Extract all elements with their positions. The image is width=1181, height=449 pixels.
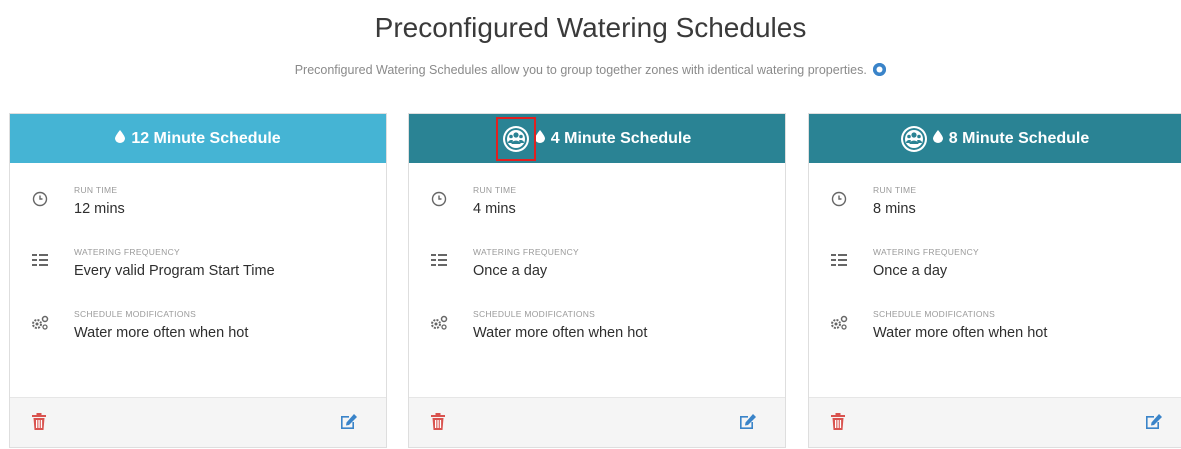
schedule-card-8-minute: 8 Minute Schedule RUN TIME 8 mins WATERI… (808, 113, 1181, 448)
modifications-label: SCHEDULE MODIFICATIONS (873, 309, 996, 319)
list-icon (427, 247, 451, 267)
card-header[interactable]: 12 Minute Schedule (10, 114, 386, 163)
edit-icon[interactable] (739, 413, 757, 435)
frequency-label: WATERING FREQUENCY (74, 247, 180, 257)
frequency-value: Every valid Program Start Time (74, 263, 275, 279)
list-icon (827, 247, 851, 267)
frequency-value: Once a day (473, 263, 548, 279)
run-time-row: RUN TIME 4 mins (427, 185, 767, 229)
gears-icon (827, 309, 851, 331)
schedule-card-12-minute: 12 Minute Schedule RUN TIME 12 mins WATE… (9, 113, 387, 448)
run-time-label: RUN TIME (873, 185, 917, 195)
modifications-label: SCHEDULE MODIFICATIONS (74, 309, 197, 319)
modifications-row: SCHEDULE MODIFICATIONS Water more often … (827, 309, 1163, 353)
modifications-value: Water more often when hot (74, 325, 249, 341)
card-title: 12 Minute Schedule (131, 129, 281, 147)
frequency-row: WATERING FREQUENCY Once a day (427, 247, 767, 291)
frequency-value: Once a day (873, 263, 948, 279)
trash-icon[interactable] (831, 413, 845, 435)
trash-icon[interactable] (431, 413, 445, 435)
page-title: Preconfigured Watering Schedules (374, 12, 807, 43)
run-time-value: 8 mins (873, 201, 916, 217)
clock-icon (28, 185, 52, 207)
group-users-icon[interactable] (900, 125, 927, 152)
water-drop-icon (932, 129, 943, 148)
list-icon (28, 247, 52, 267)
page-subtitle: Preconfigured Watering Schedules allow y… (0, 63, 1181, 77)
modifications-row: SCHEDULE MODIFICATIONS Water more often … (28, 309, 368, 353)
schedule-card-4-minute: 4 Minute Schedule RUN TIME 4 mins WATERI… (408, 113, 786, 448)
water-drop-icon (115, 129, 126, 148)
modifications-label: SCHEDULE MODIFICATIONS (473, 309, 596, 319)
clock-icon (427, 185, 451, 207)
frequency-label: WATERING FREQUENCY (473, 247, 579, 257)
subtitle-text: Preconfigured Watering Schedules allow y… (294, 63, 867, 77)
card-footer (809, 397, 1181, 447)
frequency-row: WATERING FREQUENCY Once a day (827, 247, 1163, 291)
trash-icon[interactable] (32, 413, 46, 435)
edit-icon[interactable] (1145, 413, 1163, 435)
modifications-value: Water more often when hot (473, 325, 648, 341)
run-time-row: RUN TIME 8 mins (827, 185, 1163, 229)
card-header[interactable]: 8 Minute Schedule (809, 114, 1181, 163)
frequency-row: WATERING FREQUENCY Every valid Program S… (28, 247, 368, 291)
gears-icon (427, 309, 451, 331)
frequency-label: WATERING FREQUENCY (873, 247, 979, 257)
group-icon-wrapper[interactable] (495, 116, 536, 161)
gears-icon (28, 309, 52, 331)
help-circle-icon[interactable] (873, 63, 887, 76)
modifications-row: SCHEDULE MODIFICATIONS Water more often … (427, 309, 767, 353)
card-footer (409, 397, 785, 447)
run-time-value: 12 mins (74, 201, 125, 217)
run-time-label: RUN TIME (74, 185, 118, 195)
card-title: 8 Minute Schedule (948, 129, 1090, 147)
card-title: 4 Minute Schedule (550, 129, 692, 147)
card-footer (10, 397, 386, 447)
run-time-row: RUN TIME 12 mins (28, 185, 368, 229)
highlight-box (495, 116, 536, 161)
modifications-value: Water more often when hot (873, 325, 1048, 341)
edit-icon[interactable] (340, 413, 358, 435)
clock-icon (827, 185, 851, 207)
run-time-label: RUN TIME (473, 185, 517, 195)
card-header[interactable]: 4 Minute Schedule (409, 114, 785, 163)
run-time-value: 4 mins (473, 201, 516, 217)
water-drop-icon (534, 129, 545, 148)
